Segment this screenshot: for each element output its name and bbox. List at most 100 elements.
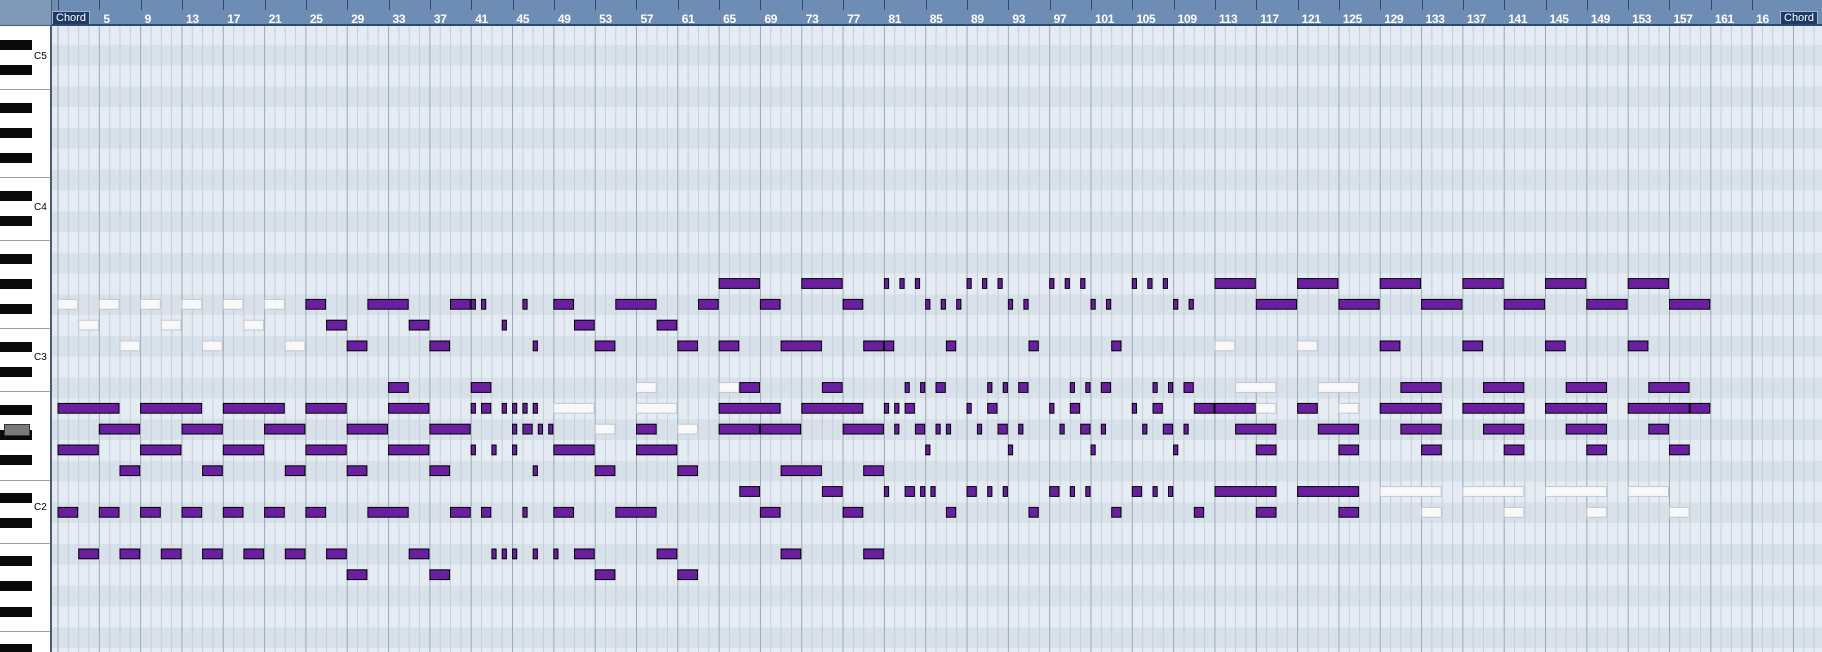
midi-note[interactable] (305, 444, 347, 456)
midi-note[interactable] (346, 423, 389, 435)
midi-note[interactable] (966, 486, 977, 497)
midi-note[interactable] (698, 298, 719, 310)
midi-note[interactable] (1317, 423, 1360, 435)
midi-note[interactable] (408, 319, 430, 331)
midi-note[interactable] (1503, 298, 1545, 310)
black-key[interactable] (0, 606, 32, 617)
midi-note[interactable] (1338, 444, 1360, 456)
black-key[interactable] (0, 581, 32, 592)
black-key[interactable] (0, 493, 32, 504)
midi-note[interactable] (1255, 298, 1298, 310)
muted-note[interactable] (594, 423, 616, 435)
midi-note[interactable] (119, 548, 141, 560)
midi-note[interactable] (1483, 423, 1525, 435)
midi-note[interactable] (966, 402, 972, 414)
midi-note[interactable] (202, 465, 223, 477)
midi-note[interactable] (925, 298, 931, 310)
muted-note[interactable] (1214, 340, 1236, 352)
midi-note[interactable] (1545, 278, 1587, 289)
midi-note[interactable] (1018, 423, 1024, 435)
midi-note[interactable] (904, 402, 915, 414)
left-locator[interactable]: Chord (52, 11, 90, 24)
midi-note[interactable] (636, 444, 678, 456)
muted-note[interactable] (1255, 402, 1277, 414)
muted-note[interactable] (1545, 486, 1607, 497)
midi-note[interactable] (522, 298, 528, 310)
midi-note[interactable] (1162, 423, 1174, 435)
midi-note[interactable] (548, 423, 554, 435)
midi-note[interactable] (481, 402, 492, 414)
muted-note[interactable] (243, 319, 265, 331)
black-key[interactable] (0, 64, 32, 75)
midi-note[interactable] (1379, 402, 1442, 414)
midi-note[interactable] (656, 548, 678, 560)
midi-note[interactable] (501, 319, 507, 331)
midi-note[interactable] (1689, 402, 1711, 414)
midi-note[interactable] (656, 319, 678, 331)
midi-note[interactable] (677, 340, 698, 352)
midi-note[interactable] (98, 423, 141, 435)
midi-note[interactable] (1462, 340, 1484, 352)
midi-note[interactable] (367, 506, 409, 518)
midi-note[interactable] (553, 298, 574, 310)
muted-note[interactable] (78, 319, 99, 331)
midi-note[interactable] (222, 444, 265, 456)
midi-note[interactable] (997, 278, 1003, 289)
black-key[interactable] (0, 190, 32, 201)
midi-note[interactable] (532, 465, 538, 477)
black-key[interactable] (0, 405, 32, 415)
midi-note[interactable] (78, 548, 99, 560)
midi-note[interactable] (930, 486, 936, 497)
midi-note[interactable] (1142, 423, 1148, 435)
muted-note[interactable] (160, 319, 182, 331)
midi-note[interactable] (718, 423, 760, 435)
midi-note[interactable] (920, 486, 926, 497)
midi-note[interactable] (883, 486, 890, 497)
midi-note[interactable] (987, 486, 993, 497)
midi-note[interactable] (945, 340, 957, 352)
muted-note[interactable] (1503, 506, 1525, 518)
midi-note[interactable] (920, 382, 926, 393)
black-key[interactable] (0, 39, 32, 50)
midi-note[interactable] (57, 506, 79, 518)
midi-note[interactable] (1049, 402, 1055, 414)
midi-note[interactable] (1049, 486, 1060, 497)
midi-note[interactable] (522, 423, 533, 435)
midi-note[interactable] (1669, 444, 1690, 456)
midi-note[interactable] (222, 402, 285, 414)
midi-note[interactable] (1090, 298, 1096, 310)
midi-note[interactable] (1049, 278, 1055, 289)
black-key[interactable] (0, 518, 32, 529)
muted-note[interactable] (1338, 402, 1360, 414)
midi-note[interactable] (264, 423, 306, 435)
midi-note[interactable] (284, 548, 306, 560)
midi-note[interactable] (594, 340, 616, 352)
midi-note[interactable] (739, 486, 760, 497)
midi-note[interactable] (1018, 382, 1029, 393)
midi-note[interactable] (181, 506, 203, 518)
midi-note[interactable] (532, 402, 538, 414)
midi-note[interactable] (553, 548, 559, 560)
midi-note[interactable] (1152, 402, 1163, 414)
midi-note[interactable] (346, 465, 368, 477)
midi-note[interactable] (1193, 506, 1205, 518)
midi-note[interactable] (1627, 340, 1649, 352)
midi-note[interactable] (966, 278, 972, 289)
pressed-key[interactable] (4, 424, 30, 436)
midi-note[interactable] (202, 548, 223, 560)
midi-note[interactable] (450, 506, 471, 518)
midi-note[interactable] (1235, 423, 1277, 435)
midi-note[interactable] (388, 402, 430, 414)
black-key[interactable] (0, 367, 32, 378)
midi-note[interactable] (1214, 486, 1277, 497)
muted-note[interactable] (140, 298, 161, 310)
midi-note[interactable] (512, 548, 518, 560)
midi-note[interactable] (140, 402, 203, 414)
midi-note[interactable] (491, 444, 497, 456)
midi-note[interactable] (408, 548, 430, 560)
midi-note[interactable] (821, 486, 843, 497)
midi-note[interactable] (1183, 382, 1194, 393)
midi-note[interactable] (780, 340, 822, 352)
midi-note[interactable] (1173, 298, 1179, 310)
midi-note[interactable] (429, 569, 451, 581)
